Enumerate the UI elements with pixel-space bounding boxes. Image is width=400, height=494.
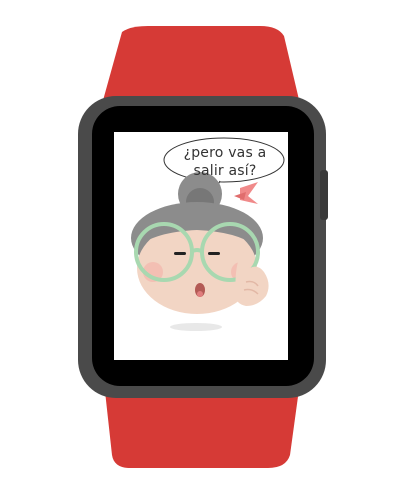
speech-bubble-line-1: ¿pero vas a (183, 145, 267, 161)
side-button[interactable] (320, 170, 328, 220)
watch-band-top (102, 26, 300, 104)
smartwatch: ¿pero vas a salir así? (0, 0, 400, 494)
speech-bubble-line-2: salir así? (193, 163, 257, 179)
smartwatch-illustration (78, 26, 328, 468)
speech-bubble-text: ¿pero vas a salir así? (166, 144, 284, 180)
